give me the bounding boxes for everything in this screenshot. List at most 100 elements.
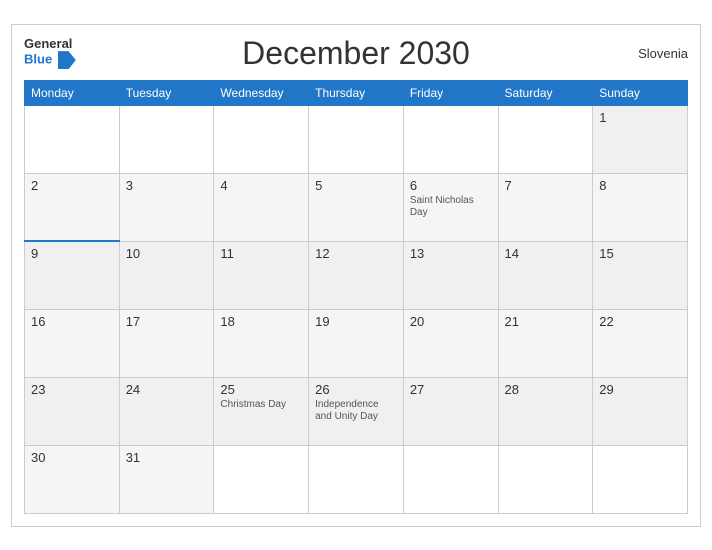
calendar-cell [403,445,498,513]
day-number: 8 [599,178,681,193]
day-number: 22 [599,314,681,329]
country-label: Slovenia [638,46,688,61]
calendar-cell: 8 [593,173,688,241]
week-row-3: 16 17 18 19 20 21 22 [25,309,688,377]
logo-blue-text: Blue [24,51,76,69]
calendar-cell: 14 [498,241,593,309]
calendar-header: General Blue December 2030 Slovenia [24,35,688,72]
calendar-cell [25,105,120,173]
day-number: 28 [505,382,587,397]
event-text: Christmas Day [220,399,302,411]
calendar-cell: 30 [25,445,120,513]
calendar-cell: 1 [593,105,688,173]
logo-general-text: General [24,37,76,51]
day-number: 12 [315,246,397,261]
day-number: 1 [599,110,681,125]
calendar-cell: 25 Christmas Day [214,377,309,445]
calendar-cell [309,105,404,173]
calendar-cell [214,445,309,513]
calendar-cell: 11 [214,241,309,309]
calendar-cell [593,445,688,513]
calendar-cell: 18 [214,309,309,377]
calendar-cell: 10 [119,241,214,309]
calendar-cell: 15 [593,241,688,309]
calendar-cell: 12 [309,241,404,309]
week-row-1: 23456 Saint Nicholas Day 78 [25,173,688,241]
day-number: 20 [410,314,492,329]
calendar-cell: 17 [119,309,214,377]
day-number: 6 [410,178,492,193]
calendar-cell: 23 [25,377,120,445]
day-number: 21 [505,314,587,329]
weekday-header-tuesday: Tuesday [119,80,214,105]
calendar-cell: 22 [593,309,688,377]
week-row-4: 23 24 25 Christmas Day 26 Independence and Un… [25,377,688,445]
calendar-cell [309,445,404,513]
calendar-cell: 6 Saint Nicholas Day [403,173,498,241]
calendar-cell: 19 [309,309,404,377]
day-number: 7 [505,178,587,193]
weekday-header-thursday: Thursday [309,80,404,105]
week-row-5: 30 31 [25,445,688,513]
calendar-cell: 24 [119,377,214,445]
day-number: 31 [126,450,208,465]
calendar-cell: 20 [403,309,498,377]
calendar-cell: 7 [498,173,593,241]
calendar-tbody: 123456Saint Nicholas Day7891011121314151… [25,105,688,513]
calendar-cell: 26 Independence and Unity Day [309,377,404,445]
calendar-thead: MondayTuesdayWednesdayThursdayFridaySatu… [25,80,688,105]
calendar-cell [498,445,593,513]
day-number: 26 [315,382,397,397]
day-number: 14 [505,246,587,261]
logo-icon [58,51,76,69]
calendar-cell: 21 [498,309,593,377]
day-number: 2 [31,178,113,193]
day-number: 25 [220,382,302,397]
weekday-header-saturday: Saturday [498,80,593,105]
calendar-cell [214,105,309,173]
calendar-cell: 31 [119,445,214,513]
day-number: 5 [315,178,397,193]
weekday-header-row: MondayTuesdayWednesdayThursdayFridaySatu… [25,80,688,105]
day-number: 29 [599,382,681,397]
day-number: 13 [410,246,492,261]
calendar-cell: 29 [593,377,688,445]
day-number: 15 [599,246,681,261]
day-number: 16 [31,314,113,329]
event-text: Independence and Unity Day [315,399,397,423]
calendar-cell: 4 [214,173,309,241]
day-number: 23 [31,382,113,397]
weekday-header-wednesday: Wednesday [214,80,309,105]
day-number: 27 [410,382,492,397]
day-number: 11 [220,246,302,261]
calendar-cell: 16 [25,309,120,377]
week-row-0: 1 [25,105,688,173]
day-number: 19 [315,314,397,329]
day-number: 17 [126,314,208,329]
week-row-2: 9 10 11 12 13 14 15 [25,241,688,309]
weekday-header-friday: Friday [403,80,498,105]
calendar-cell [119,105,214,173]
day-number: 4 [220,178,302,193]
calendar-cell: 3 [119,173,214,241]
calendar-cell: 9 [25,241,120,309]
calendar-grid: MondayTuesdayWednesdayThursdayFridaySatu… [24,80,688,514]
event-text: Saint Nicholas Day [410,195,492,219]
day-number: 24 [126,382,208,397]
weekday-header-sunday: Sunday [593,80,688,105]
calendar-title: December 2030 [242,35,470,72]
calendar-container: General Blue December 2030 Slovenia Mond… [11,24,701,527]
day-number: 18 [220,314,302,329]
calendar-cell: 13 [403,241,498,309]
day-number: 30 [31,450,113,465]
calendar-cell: 28 [498,377,593,445]
day-number: 9 [31,246,113,261]
calendar-cell: 2 [25,173,120,241]
weekday-header-monday: Monday [25,80,120,105]
day-number: 3 [126,178,208,193]
day-number: 10 [126,246,208,261]
calendar-cell: 5 [309,173,404,241]
calendar-cell [403,105,498,173]
calendar-cell [498,105,593,173]
logo: General Blue [24,37,76,69]
